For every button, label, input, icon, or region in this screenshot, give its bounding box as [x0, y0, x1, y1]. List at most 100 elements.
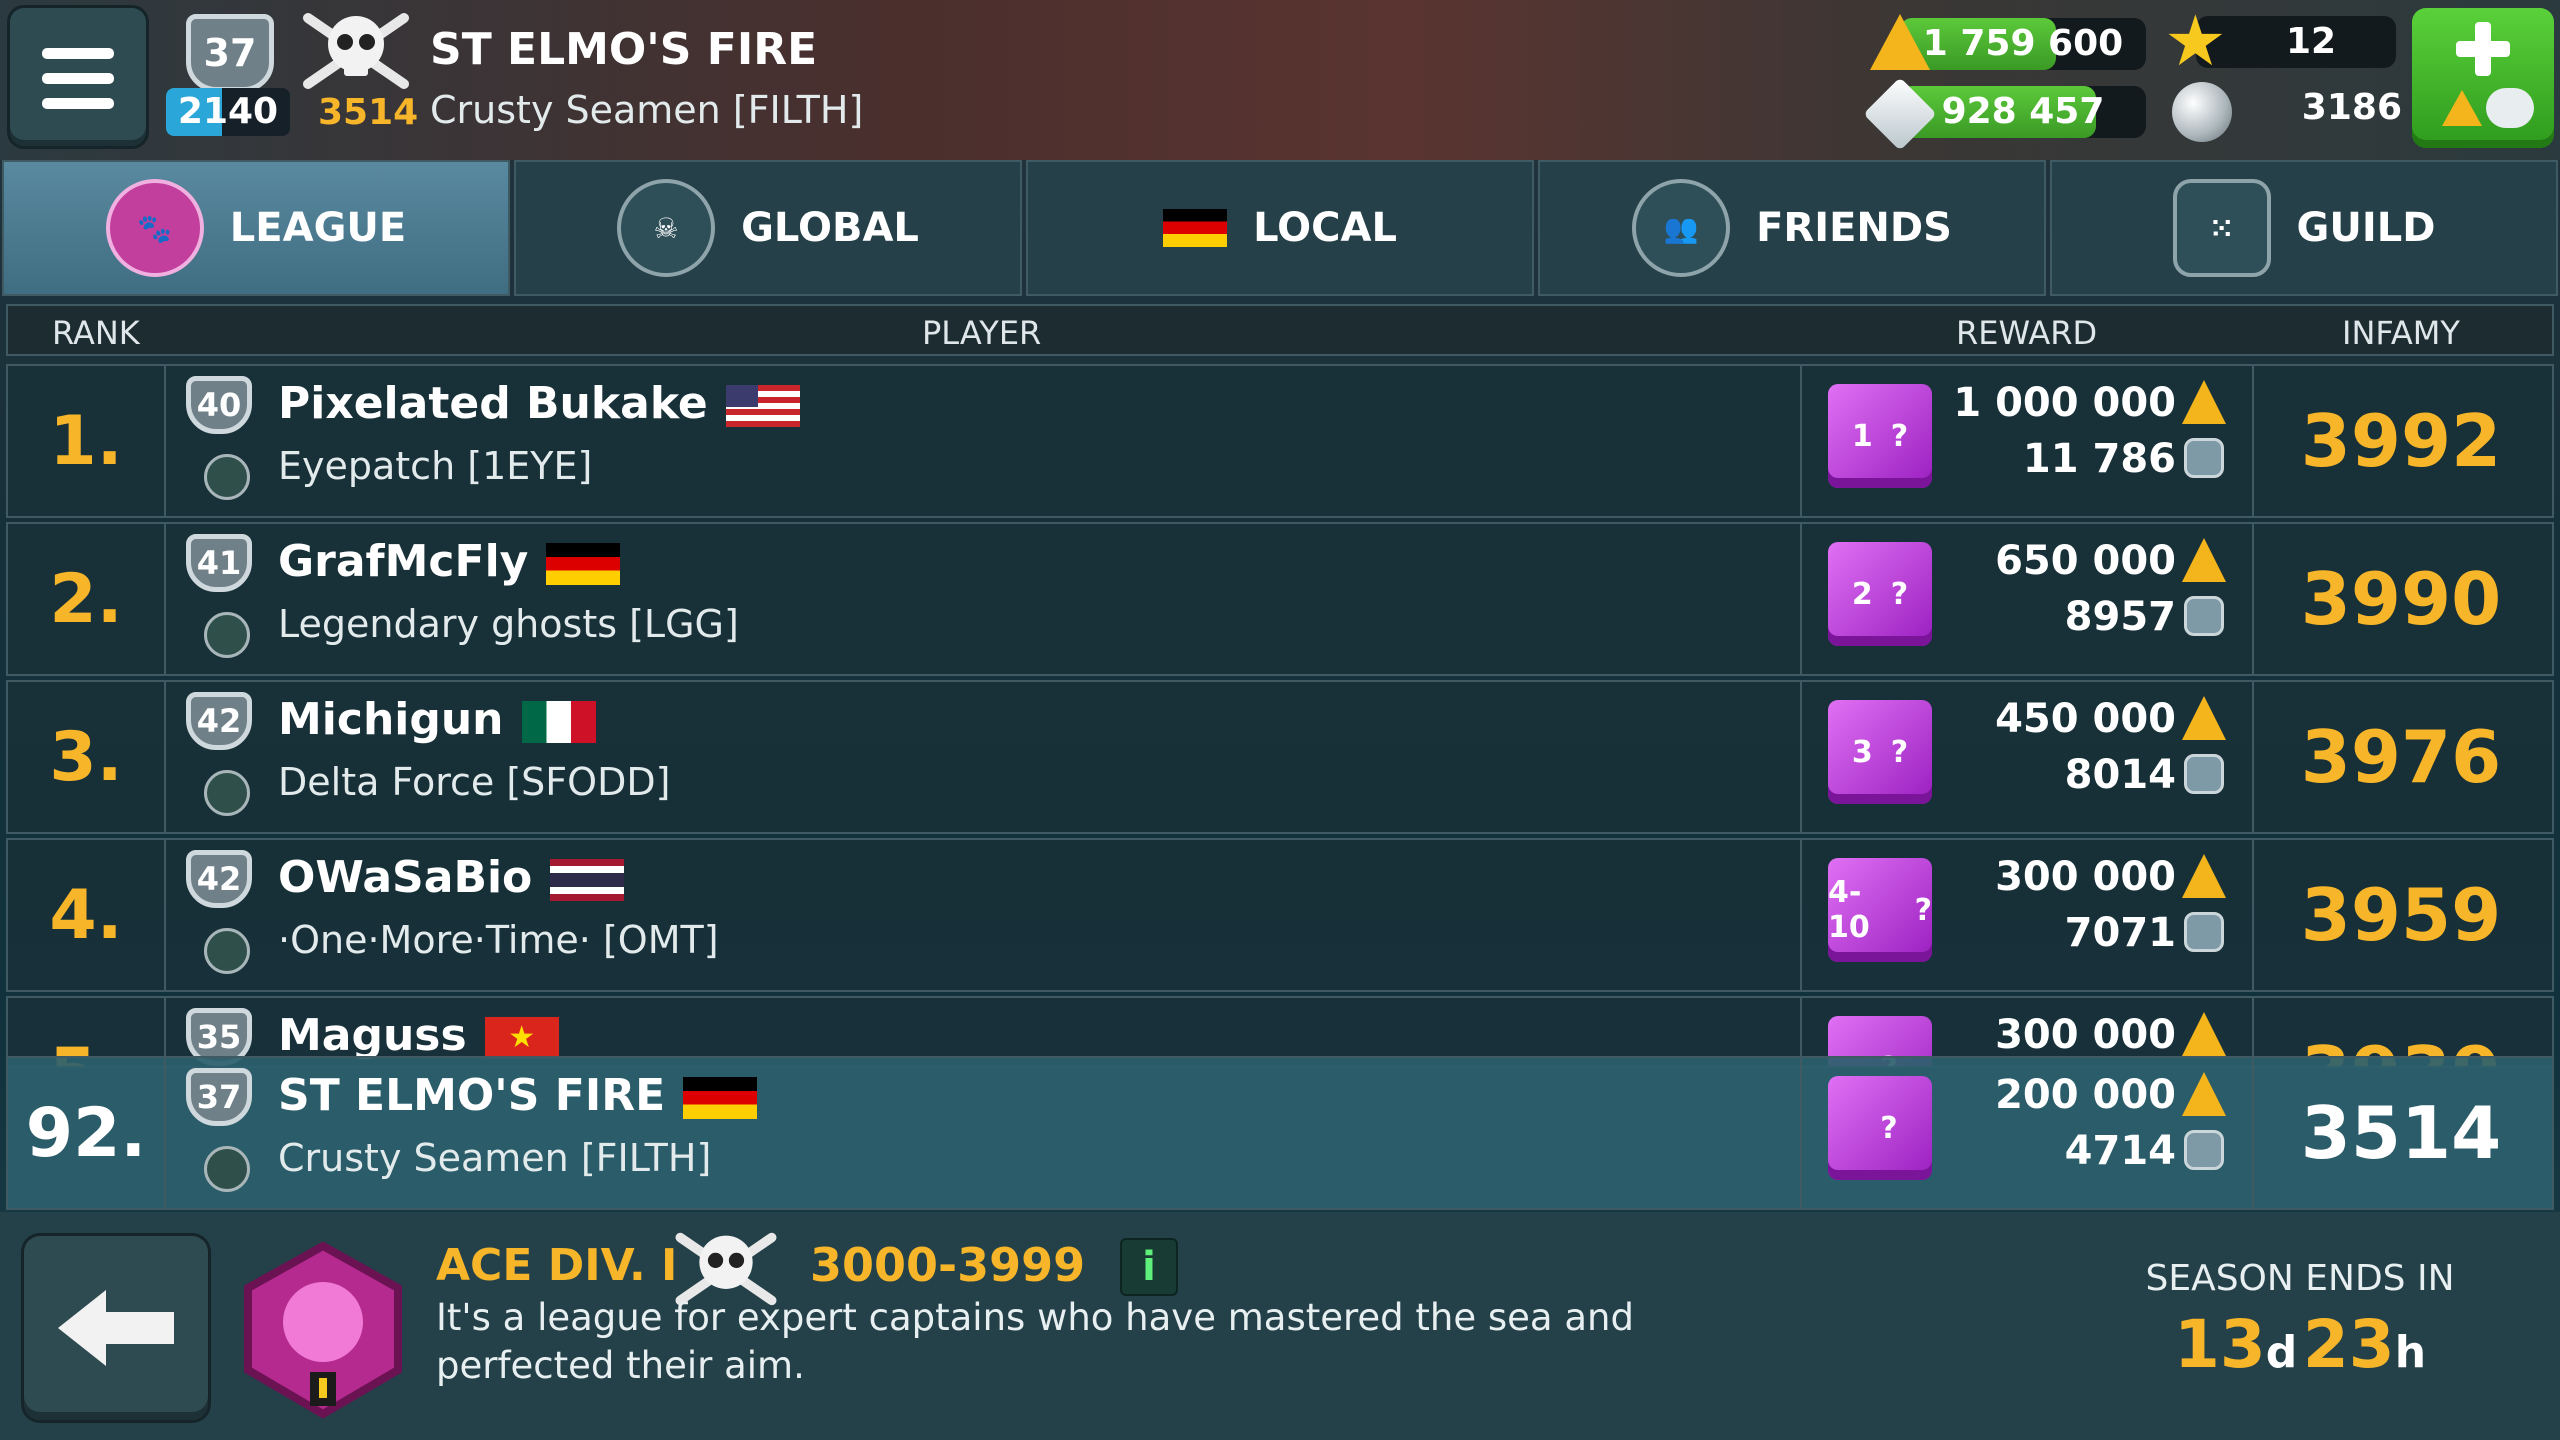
- infamy-value: 3514: [2300, 1091, 2502, 1175]
- silver-counter: 928 457: [1900, 86, 2146, 138]
- division-description-line2: perfected their aim.: [436, 1344, 805, 1387]
- guild-name: Delta Force [SFODD]: [278, 760, 671, 804]
- germany-flag-icon: [683, 1077, 758, 1119]
- player-level: 41: [196, 544, 242, 582]
- silver-coin-icon: [2184, 912, 2224, 952]
- skull-crossbones-icon: [300, 8, 412, 92]
- question-mark-icon: ?: [1914, 892, 1932, 928]
- player-name: Maguss ★: [278, 1010, 559, 1061]
- star-icon: ★: [2164, 0, 2227, 82]
- rank-value: 2.: [8, 524, 166, 674]
- guild-badge-icon: ⁙: [2172, 179, 2271, 277]
- germany-flag-icon: [546, 543, 621, 585]
- add-currency-button[interactable]: [2412, 8, 2554, 148]
- league-badge-icon: [238, 1241, 408, 1422]
- player-name: Michigun: [278, 694, 596, 745]
- back-arrow-icon: [58, 1290, 174, 1366]
- infamy-value: 3959: [2300, 873, 2502, 957]
- player-level: 42: [196, 702, 242, 740]
- level-badge: 41: [186, 534, 252, 592]
- reward-silver: 4714: [2064, 1128, 2176, 1174]
- info-button[interactable]: i: [1120, 1238, 1178, 1296]
- silver-value: 928 457: [1941, 91, 2105, 132]
- gold-gem-icon: [2442, 90, 2482, 126]
- season-hours: 23: [2302, 1306, 2395, 1383]
- season-label: SEASON ENDS IN: [2145, 1258, 2455, 1299]
- pearl-pile-icon: [2486, 88, 2534, 128]
- player-infamy: 3514: [318, 92, 419, 133]
- rank-value: 92.: [8, 1058, 166, 1208]
- menu-icon-bar: [42, 98, 114, 109]
- tab-guild[interactable]: ⁙ GUILD: [2050, 160, 2558, 296]
- xp-bar: 2140: [166, 88, 290, 136]
- reward-cell: 3? 450 000 8014: [1800, 682, 2254, 832]
- silver-coin-icon: [2184, 1130, 2224, 1170]
- reward-silver: 7071: [2064, 910, 2176, 956]
- reward-gold: 1 000 000: [1953, 380, 2176, 426]
- guild-name: Eyepatch [1EYE]: [278, 444, 593, 488]
- player-name-text: Michigun: [278, 694, 504, 745]
- reward-cell: 4-10? 300 000 7071: [1800, 840, 2254, 990]
- reward-cell: ? 200 000 4714: [1800, 1058, 2254, 1208]
- silver-coin-icon: [2184, 596, 2224, 636]
- table-row[interactable]: 3. 42 Michigun Delta Force [SFODD] 3? 450 000…: [6, 680, 2554, 834]
- player-name: GrafMcFly: [278, 536, 621, 587]
- guild-name: Legendary ghosts [LGG]: [278, 602, 739, 646]
- player-level: 37: [196, 1078, 242, 1116]
- reward-silver: 8014: [2064, 752, 2176, 798]
- gold-gem-icon: [2182, 380, 2226, 424]
- table-row[interactable]: 2. 41 GrafMcFly Legendary ghosts [LGG] 2? 650…: [6, 522, 2554, 676]
- tab-global[interactable]: ☠ GLOBAL: [514, 160, 1022, 296]
- level-badge: 37: [186, 1068, 252, 1126]
- player-guild: Crusty Seamen [FILTH]: [430, 88, 864, 132]
- question-mark-icon: ?: [1890, 576, 1909, 612]
- menu-button[interactable]: [10, 8, 146, 146]
- infamy-value: 3992: [2300, 399, 2502, 483]
- table-header: RANK PLAYER REWARD INFAMY: [6, 304, 2554, 356]
- infamy-value: 3990: [2300, 557, 2502, 641]
- chest-tier: 2: [1851, 576, 1873, 612]
- player-name-text: ST ELMO'S FIRE: [278, 1070, 666, 1121]
- back-button[interactable]: [24, 1236, 208, 1420]
- usa-flag-icon: [725, 385, 800, 427]
- thailand-flag-icon: [550, 859, 625, 901]
- gold-gem-icon: [2182, 696, 2226, 740]
- guild-name: ·One·More·Time· [OMT]: [278, 918, 719, 962]
- tab-friends[interactable]: 👥 FRIENDS: [1538, 160, 2046, 296]
- reward-chest-icon: 3?: [1828, 700, 1932, 804]
- friends-badge-icon: 👥: [1632, 179, 1731, 277]
- player-name: ST ELMO'S FIRE: [430, 24, 818, 75]
- reward-chest-icon: ?: [1828, 1076, 1932, 1180]
- column-player: PLAYER: [922, 314, 1042, 352]
- column-infamy: INFAMY: [2342, 314, 2460, 352]
- guild-emblem-icon: [204, 454, 250, 500]
- my-rank-row[interactable]: 92. 37 ST ELMO'S FIRE Crusty Seamen [FILTH]…: [6, 1056, 2554, 1210]
- level-badge: 40: [186, 376, 252, 434]
- tab-local-label: LOCAL: [1253, 205, 1397, 251]
- player-name-text: Maguss: [278, 1010, 467, 1061]
- gold-gem-icon: [2182, 1072, 2226, 1116]
- player-level: 37: [203, 31, 257, 75]
- guild-emblem-icon: [204, 1146, 250, 1192]
- question-mark-icon: ?: [1890, 734, 1909, 770]
- paw-badge-icon: 🐾: [105, 179, 204, 277]
- chest-tier: 1: [1851, 418, 1873, 454]
- column-reward: REWARD: [1956, 314, 2098, 352]
- player-name: Pixelated Bukake: [278, 378, 800, 429]
- player-name-text: OWaSaBio: [278, 852, 533, 903]
- silver-coin-icon: [2184, 754, 2224, 794]
- infamy-value: 3976: [2300, 715, 2502, 799]
- tab-local[interactable]: LOCAL: [1026, 160, 1534, 296]
- season-days-unit: d: [2265, 1327, 2298, 1378]
- tab-league[interactable]: 🐾 LEAGUE: [2, 160, 510, 296]
- player-name: ST ELMO'S FIRE: [278, 1070, 758, 1121]
- chest-tier: 4-10: [1828, 875, 1870, 945]
- reward-silver: 11 786: [2022, 436, 2176, 482]
- guild-emblem-icon: [204, 770, 250, 816]
- skull-badge-icon: ☠: [617, 179, 716, 277]
- reward-cell: 2? 650 000 8957: [1800, 524, 2254, 674]
- table-row[interactable]: 4. 42 OWaSaBio ·One·More·Time· [OMT] 4-10? 30…: [6, 838, 2554, 992]
- guild-emblem-icon: [204, 928, 250, 974]
- tab-global-label: GLOBAL: [741, 205, 919, 251]
- table-row[interactable]: 1. 40 Pixelated Bukake Eyepatch [1EYE] 1? 1 0…: [6, 364, 2554, 518]
